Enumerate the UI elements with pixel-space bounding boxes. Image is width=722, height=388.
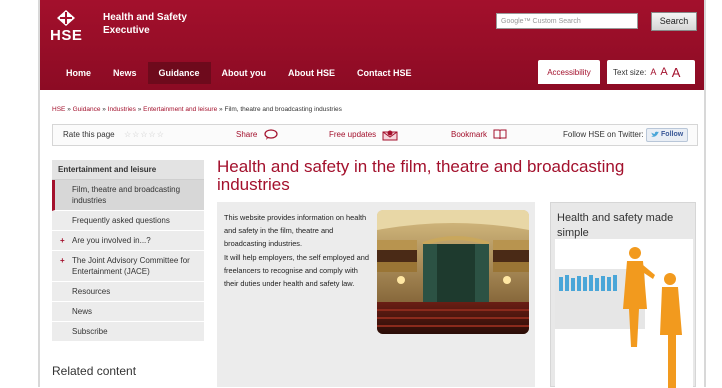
accessibility-tab[interactable]: Accessibility <box>538 60 600 84</box>
expand-plus-icon: + <box>60 236 65 245</box>
promo-panel[interactable]: Health and safety made simple <box>550 202 696 388</box>
expand-plus-icon: + <box>60 256 65 265</box>
section-nav-item-label: Subscribe <box>72 327 108 336</box>
intro-paragraph-1: This website provides information on hea… <box>224 213 367 249</box>
breadcrumb-link-guidance[interactable]: Guidance <box>73 106 101 113</box>
text-size-small[interactable]: A <box>650 67 656 77</box>
breadcrumb-link-industries[interactable]: Industries <box>108 106 136 113</box>
text-size-medium[interactable]: A <box>660 66 667 78</box>
nav-item-news[interactable]: News <box>102 62 148 84</box>
breadcrumb-current: Film, theatre and broadcasting industrie… <box>224 106 342 113</box>
section-nav-item-resources[interactable]: Resources <box>52 282 204 302</box>
twitter-follow: Follow HSE on Twitter: Follow <box>563 125 689 145</box>
text-size-label: Text size: <box>613 67 647 77</box>
breadcrumb-separator: » <box>102 106 106 113</box>
breadcrumb-link-hse[interactable]: HSE <box>52 106 65 113</box>
rating-stars-icon[interactable]: ☆☆☆☆☆ <box>124 125 165 145</box>
breadcrumb: HSE » Guidance » Industries » Entertainm… <box>52 106 342 113</box>
section-nav-item-label: News <box>72 307 93 316</box>
search-input[interactable]: Google™ Custom Search <box>496 13 638 29</box>
hse-logo-mark-icon <box>57 10 75 26</box>
free-updates-link[interactable]: Free updates <box>329 125 398 145</box>
rate-page-label: Rate this page <box>63 130 115 139</box>
nav-item-guidance[interactable]: Guidance <box>147 62 211 84</box>
book-icon <box>493 129 507 140</box>
bookmark-label: Bookmark <box>451 130 488 139</box>
search-placeholder: Google™ Custom Search <box>501 17 581 25</box>
bookmark-link[interactable]: Bookmark <box>451 125 507 145</box>
section-nav-item-subscribe[interactable]: Subscribe <box>52 322 204 342</box>
twitter-follow-label: Follow HSE on Twitter: <box>563 130 644 139</box>
promo-people-illustration <box>555 239 693 388</box>
org-name[interactable]: Health and Safety Executive <box>103 11 213 37</box>
page-title: Health and safety in the film, theatre a… <box>217 157 625 194</box>
main-nav: Home News Guidance About you About HSE C… <box>55 62 423 84</box>
breadcrumb-separator: » <box>67 106 71 113</box>
section-nav-item-news[interactable]: News <box>52 302 204 322</box>
theatre-auditorium-image <box>377 210 529 334</box>
breadcrumb-separator: » <box>137 106 142 113</box>
section-nav-item-label: Are you involved in...? <box>72 236 151 245</box>
text-size-large[interactable]: A <box>672 65 681 80</box>
hse-logo-text: HSE <box>50 27 83 44</box>
nav-item-contact-hse[interactable]: Contact HSE <box>346 62 423 84</box>
email-updates-icon <box>382 130 398 141</box>
nav-item-home[interactable]: Home <box>55 62 102 84</box>
section-nav-item-label: Film, theatre and broadcasting industrie… <box>72 185 181 205</box>
section-nav-item-label: Resources <box>72 287 111 296</box>
page-tools-bar: Rate this page ☆☆☆☆☆ Share Free updates … <box>52 124 698 146</box>
people-figures-icon <box>555 247 693 388</box>
theatre-illustration <box>377 210 529 334</box>
section-nav-item-involved[interactable]: + Are you involved in...? <box>52 231 204 251</box>
breadcrumb-separator: » <box>219 106 223 113</box>
breadcrumb-link-entertainment[interactable]: Entertainment and leisure <box>143 106 217 113</box>
promo-title: Health and safety made simple <box>557 212 674 239</box>
section-nav-item-label: Frequently asked questions <box>72 216 170 225</box>
section-nav-item-film-theatre[interactable]: Film, theatre and broadcasting industrie… <box>52 180 204 211</box>
speech-bubble-icon <box>263 129 278 141</box>
intro-paragraph-2: It will help employers, the self employe… <box>224 252 370 289</box>
twitter-follow-button[interactable]: Follow <box>646 127 689 142</box>
related-content-heading: Related content <box>52 364 137 378</box>
nav-item-about-hse[interactable]: About HSE <box>277 62 346 84</box>
free-updates-label: Free updates <box>329 130 377 139</box>
intro-text: This website provides information on hea… <box>224 211 369 290</box>
section-nav-heading[interactable]: Entertainment and leisure <box>52 160 204 180</box>
page: HSE Health and Safety Executive Google™ … <box>40 0 704 388</box>
section-nav: Entertainment and leisure Film, theatre … <box>52 160 204 342</box>
section-nav-item-faq[interactable]: Frequently asked questions <box>52 211 204 231</box>
intro-panel: This website provides information on hea… <box>217 202 535 387</box>
hse-logo[interactable]: HSE <box>50 10 82 44</box>
section-nav-item-label: The Joint Advisory Committee for Enterta… <box>72 256 190 276</box>
site-header: HSE Health and Safety Executive Google™ … <box>40 0 704 90</box>
text-size-control: Text size: A A A <box>607 60 695 84</box>
section-nav-item-jace[interactable]: + The Joint Advisory Committee for Enter… <box>52 251 204 282</box>
twitter-follow-button-label: Follow <box>661 130 684 138</box>
nav-item-about-you[interactable]: About you <box>211 62 278 84</box>
search-button[interactable]: Search <box>651 12 697 31</box>
twitter-bird-icon <box>651 131 660 137</box>
share-link[interactable]: Share <box>236 125 278 145</box>
share-label: Share <box>236 130 258 139</box>
